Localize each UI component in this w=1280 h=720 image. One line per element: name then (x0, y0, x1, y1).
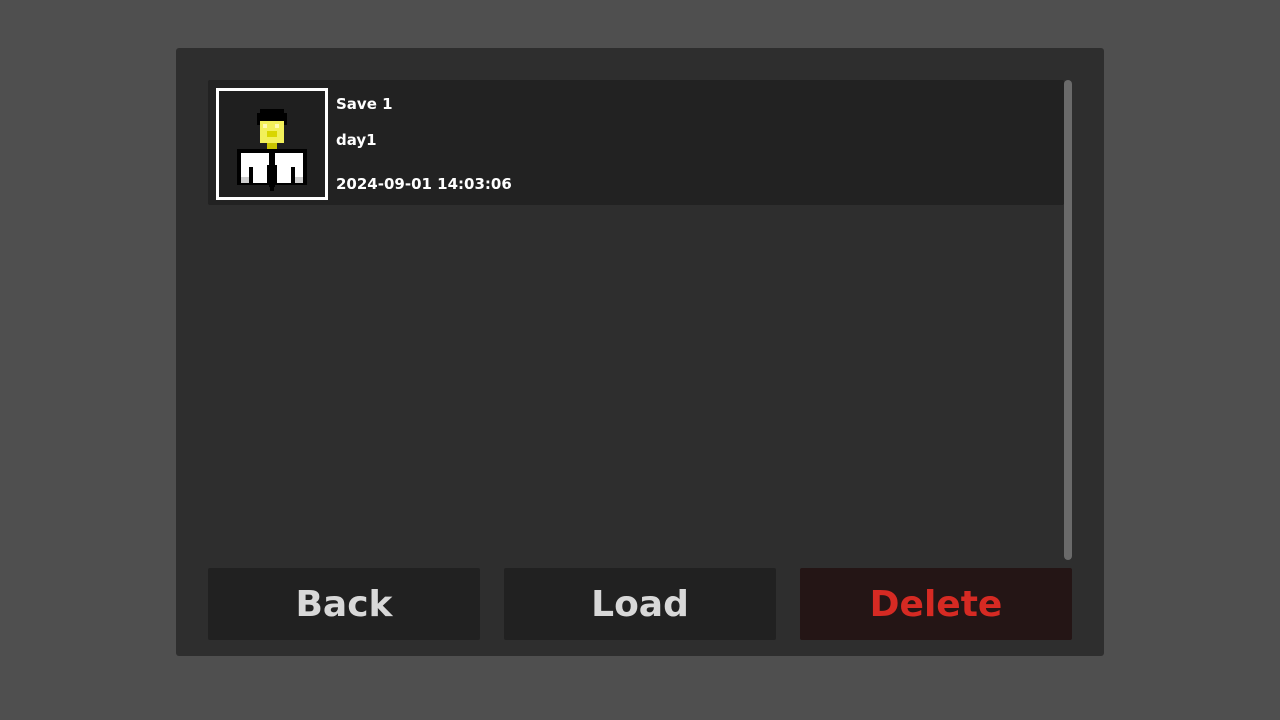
load-button[interactable]: Load (504, 568, 776, 640)
back-button[interactable]: Back (208, 568, 480, 640)
scrollbar-thumb[interactable] (1064, 80, 1072, 560)
load-game-dialog: Save 1 day1 2024-09-01 14:03:06 Back Loa… (176, 48, 1104, 656)
save-slot-1[interactable]: Save 1 day1 2024-09-01 14:03:06 (208, 80, 1064, 205)
character-portrait-icon (219, 91, 325, 197)
save-timestamp: 2024-09-01 14:03:06 (336, 175, 512, 193)
save-label: day1 (336, 131, 377, 149)
save-title: Save 1 (336, 95, 393, 113)
save-list: Save 1 day1 2024-09-01 14:03:06 (208, 80, 1064, 560)
delete-button[interactable]: Delete (800, 568, 1072, 640)
save-thumbnail (216, 88, 328, 200)
save-list-scrollbar[interactable] (1064, 80, 1072, 560)
